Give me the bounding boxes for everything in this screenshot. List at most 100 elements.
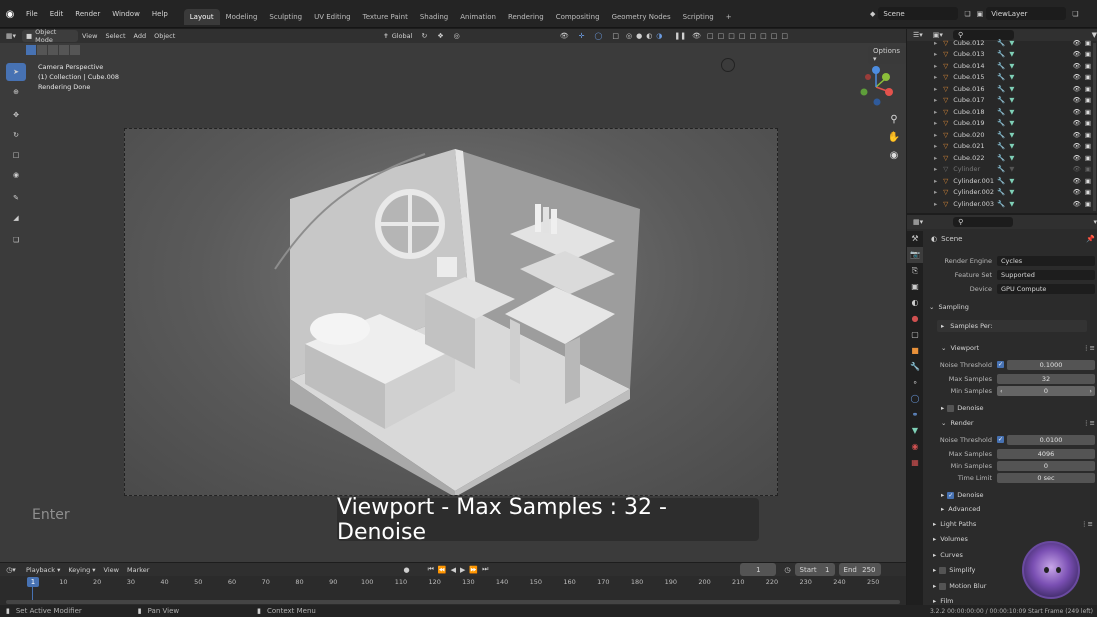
transform-orientation-dropdown[interactable]: ✝ Global bbox=[379, 30, 416, 42]
outliner-row[interactable]: ▸ ▽ Cube.018 🔧 ▼ 👁 ▣ bbox=[907, 106, 1097, 118]
next-keyframe-icon[interactable]: ⏩ bbox=[469, 566, 478, 574]
world-tab-icon[interactable]: ● bbox=[907, 311, 923, 327]
timeline-view-menu[interactable]: View bbox=[100, 564, 123, 576]
increment-icon[interactable]: › bbox=[1089, 387, 1092, 395]
r-time-field[interactable]: 0 sec bbox=[997, 472, 1095, 483]
mode-dropdown[interactable]: ■ Object Mode bbox=[22, 28, 78, 44]
tab-scripting[interactable]: Scripting bbox=[677, 9, 720, 25]
mesh-data-icon[interactable]: ▼ bbox=[1009, 108, 1014, 116]
outliner-row[interactable]: ▸ ▽ Cube.019 🔧 ▼ 👁 ▣ bbox=[907, 118, 1097, 130]
select-intersect-icon[interactable] bbox=[70, 45, 80, 55]
play-reverse-icon[interactable]: ◀ bbox=[451, 566, 456, 574]
outliner[interactable]: ☰▾ ▣▾ ⚲ ▼ ▸ ▽ Cube.012 🔧 ▼ 👁 ▣ ▸ ▽ Cube.013 🔧 ▼ 👁 ▣ ▸ ▽… bbox=[907, 29, 1097, 213]
add-cube-tool[interactable]: ❏ bbox=[6, 231, 26, 249]
outliner-row[interactable]: ▸ ▽ Cylinder.003 🔧 ▼ 👁 ▣ bbox=[907, 198, 1097, 210]
transform-tool[interactable]: ◉ bbox=[6, 166, 26, 184]
expand-arrow-icon[interactable]: ▸ bbox=[934, 200, 937, 208]
mesh-data-icon[interactable]: ▼ bbox=[1009, 50, 1014, 58]
expand-arrow-icon[interactable]: ▸ bbox=[934, 119, 937, 127]
visibility-eye-icon[interactable]: 👁 bbox=[1073, 50, 1081, 58]
rendered-shading-icon[interactable]: ◑ bbox=[656, 32, 662, 40]
playhead[interactable]: 1 bbox=[27, 577, 39, 587]
x-axis-handle[interactable] bbox=[885, 88, 893, 96]
modifier-wrench-icon[interactable]: 🔧 bbox=[997, 62, 1005, 70]
mesh-data-icon[interactable]: ▼ bbox=[1009, 165, 1014, 173]
menu-edit[interactable]: Edit bbox=[44, 0, 70, 28]
modifier-wrench-icon[interactable]: 🔧 bbox=[997, 119, 1005, 127]
modifier-wrench-icon[interactable]: 🔧 bbox=[997, 200, 1005, 208]
scene-icon[interactable]: ◆ bbox=[870, 10, 875, 18]
render-camera-icon[interactable]: ▣ bbox=[1085, 200, 1091, 208]
mesh-data-icon[interactable]: ▼ bbox=[1009, 85, 1014, 93]
sampling-panel-header[interactable]: ⌄ Sampling bbox=[929, 301, 1093, 313]
expand-arrow-icon[interactable]: ▸ bbox=[934, 85, 937, 93]
tool-tab-icon[interactable]: ⚒ bbox=[907, 231, 923, 247]
jump-end-icon[interactable]: ⏭ bbox=[482, 565, 488, 574]
clock-icon[interactable]: ◷ bbox=[784, 566, 790, 574]
gizmo-toggle-icon[interactable]: ✛ bbox=[579, 32, 585, 40]
visibility-eye-icon[interactable]: 👁 bbox=[1073, 177, 1081, 185]
pivot-icon[interactable]: ↻ bbox=[421, 32, 427, 40]
visibility-eye-icon[interactable]: 👁 bbox=[1073, 85, 1081, 93]
outliner-row[interactable]: ▸ ▽ Cylinder 🔧 ▼ 👁 ▣ bbox=[907, 164, 1097, 176]
tab-modeling[interactable]: Modeling bbox=[220, 9, 264, 25]
expand-arrow-icon[interactable]: ▸ bbox=[934, 108, 937, 116]
view-layer-field[interactable]: ViewLayer bbox=[986, 7, 1067, 20]
visibility-eye-icon[interactable]: 👁 bbox=[1073, 62, 1081, 70]
modifier-wrench-icon[interactable]: 🔧 bbox=[997, 154, 1005, 162]
pin-icon[interactable]: 📌 bbox=[1086, 235, 1095, 243]
timeline-scrollbar[interactable] bbox=[6, 600, 900, 604]
outliner-row[interactable]: ▸ ▽ Cube.012 🔧 ▼ 👁 ▣ bbox=[907, 37, 1097, 49]
properties-editor-type-icon[interactable]: ▦▾ bbox=[913, 218, 923, 226]
vp-min-field[interactable]: ‹ 0 › bbox=[997, 385, 1095, 396]
visibility-eye-icon[interactable]: 👁 bbox=[1073, 39, 1081, 47]
r-min-field[interactable]: 0 bbox=[997, 460, 1095, 471]
expand-arrow-icon[interactable]: ▸ bbox=[934, 73, 937, 81]
pause-render-icon[interactable]: ❚❚ bbox=[674, 32, 686, 40]
select-subtract-icon[interactable] bbox=[48, 45, 58, 55]
render-camera-icon[interactable]: ▣ bbox=[1085, 39, 1091, 47]
motion-blur-checkbox[interactable] bbox=[939, 582, 947, 590]
modifier-wrench-icon[interactable]: 🔧 bbox=[997, 165, 1005, 173]
outliner-row[interactable]: ▸ ▽ Cube.016 🔧 ▼ 👁 ▣ bbox=[907, 83, 1097, 95]
material-shading-icon[interactable]: ◐ bbox=[646, 32, 652, 40]
view-layer-icon[interactable]: ▣ bbox=[977, 10, 984, 18]
tab-animation[interactable]: Animation bbox=[454, 9, 502, 25]
modifier-wrench-icon[interactable]: 🔧 bbox=[997, 188, 1005, 196]
mesh-data-icon[interactable]: ▼ bbox=[1009, 39, 1014, 47]
mesh-data-icon[interactable]: ▼ bbox=[1009, 142, 1014, 150]
mesh-data-icon[interactable]: ▼ bbox=[1009, 96, 1014, 104]
list-icon[interactable]: ⋮≡ bbox=[1083, 419, 1095, 427]
film-panel[interactable]: ▸ Film bbox=[933, 595, 1097, 607]
r-noise-field[interactable]: 0.0100 bbox=[1007, 434, 1095, 445]
tab-shading[interactable]: Shading bbox=[414, 9, 454, 25]
scene-field[interactable]: Scene bbox=[878, 7, 959, 20]
keying-menu[interactable]: Keying ▾ bbox=[64, 564, 99, 576]
decrement-icon[interactable]: ‹ bbox=[1000, 387, 1003, 395]
modifier-wrench-icon[interactable]: 🔧 bbox=[997, 50, 1005, 58]
visibility-icon[interactable]: 👁 bbox=[560, 32, 569, 40]
tab-sculpting[interactable]: Sculpting bbox=[263, 9, 308, 25]
object-tab-icon[interactable]: ■ bbox=[907, 343, 923, 359]
menu-select[interactable]: Select bbox=[101, 30, 129, 42]
visibility-eye-icon[interactable]: 👁 bbox=[1073, 154, 1081, 162]
expand-arrow-icon[interactable]: ▸ bbox=[934, 50, 937, 58]
mesh-data-icon[interactable]: ▼ bbox=[1009, 62, 1014, 70]
overlay-toggle-icon[interactable]: ◯ bbox=[595, 32, 603, 40]
modifier-wrench-icon[interactable]: 🔧 bbox=[997, 131, 1005, 139]
physics-tab-icon[interactable]: ◯ bbox=[907, 391, 923, 407]
tab-compositing[interactable]: Compositing bbox=[550, 9, 606, 25]
properties-editor[interactable]: ▦▾ ⚲ ▾ ⚒ 📷 ⎘ ▣ ◐ ● ▢ ■ 🔧 ∘ ◯ ⚭ ▼ ◉ ▦ ◐ S… bbox=[907, 215, 1097, 605]
render-camera-icon[interactable]: ▣ bbox=[1085, 142, 1091, 150]
expand-arrow-icon[interactable]: ▸ bbox=[934, 154, 937, 162]
menu-render[interactable]: Render bbox=[69, 0, 106, 28]
menu-file[interactable]: File bbox=[20, 0, 44, 28]
modifier-wrench-icon[interactable]: 🔧 bbox=[997, 108, 1005, 116]
end-frame-field[interactable]: End 250 bbox=[838, 563, 881, 576]
prev-keyframe-icon[interactable]: ⏪ bbox=[438, 566, 447, 574]
extra-toolbar-icons[interactable]: □□□□□□□□ bbox=[707, 32, 792, 40]
visibility-eye-icon[interactable]: 👁 bbox=[1073, 96, 1081, 104]
render-camera-icon[interactable]: ▣ bbox=[1085, 73, 1091, 81]
r-max-field[interactable]: 4096 bbox=[997, 448, 1095, 459]
vp-denoise-subpanel[interactable]: ▸ Denoise bbox=[941, 402, 1097, 414]
